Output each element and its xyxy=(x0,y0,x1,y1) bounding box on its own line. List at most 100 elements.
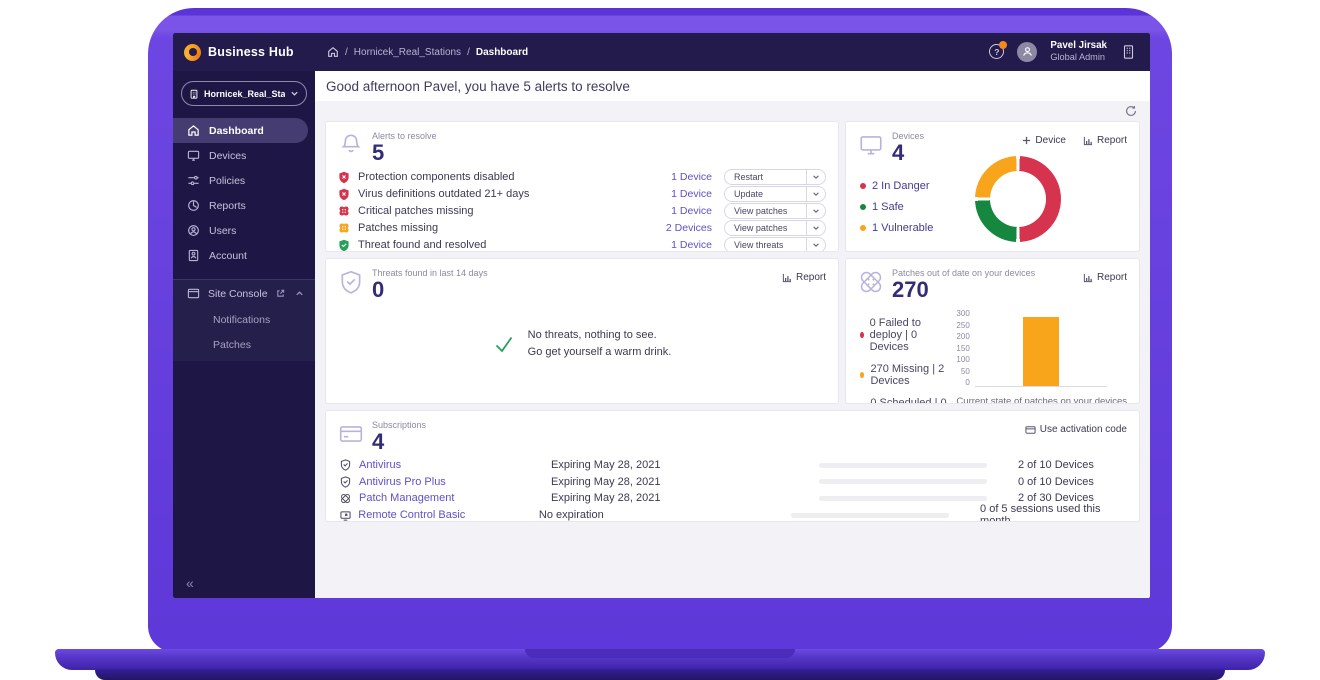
button-label: Device xyxy=(1035,135,1066,146)
legend-item[interactable]: 1 Vulnerable xyxy=(860,222,933,234)
help-icon[interactable]: ? xyxy=(989,44,1004,59)
chevron-down-icon[interactable] xyxy=(806,187,825,201)
sidebar-item-policies[interactable]: Policies xyxy=(173,168,315,193)
missing-patches-bar[interactable] xyxy=(1023,317,1059,386)
plot-area xyxy=(975,309,1107,387)
legend-item[interactable]: 0 Failed to deploy | 0 Devices xyxy=(860,317,956,353)
refresh-icon[interactable] xyxy=(1125,105,1137,117)
main-content: Good afternoon Pavel, you have 5 alerts … xyxy=(315,71,1150,598)
monitor-icon xyxy=(187,149,200,162)
subscription-name-link[interactable]: Antivirus xyxy=(359,459,551,471)
building-icon xyxy=(189,89,199,99)
use-activation-code-button[interactable]: Use activation code xyxy=(1025,424,1127,435)
company-icon[interactable] xyxy=(1120,44,1136,60)
chevron-down-icon[interactable] xyxy=(806,170,825,184)
legend-item[interactable]: 1 Safe xyxy=(860,201,933,213)
policies-icon xyxy=(187,174,200,187)
sidebar-item-label: Notifications xyxy=(213,314,270,326)
subscription-name-link[interactable]: Antivirus Pro Plus xyxy=(359,476,551,488)
chevron-down-icon[interactable] xyxy=(806,238,825,252)
alert-action-dropdown[interactable]: Restart xyxy=(724,169,826,185)
breadcrumb-separator: / xyxy=(467,47,470,58)
alert-device-link[interactable]: 2 Devices xyxy=(666,222,712,234)
legend-dot xyxy=(860,225,866,231)
legend-label: 270 Missing | 2 Devices xyxy=(870,363,956,387)
sidebar-item-users[interactable]: Users xyxy=(173,218,315,243)
bell-icon xyxy=(338,132,364,158)
legend-item[interactable]: 270 Missing | 2 Devices xyxy=(860,363,956,387)
patches-icon xyxy=(858,269,884,295)
legend-dot xyxy=(860,332,864,338)
sidebar-item-dashboard[interactable]: Dashboard xyxy=(173,118,308,143)
chevron-down-icon[interactable] xyxy=(806,221,825,235)
home-icon xyxy=(187,124,200,137)
app-body: Hornicek_Real_Statio... Dashboard Device… xyxy=(173,71,1150,598)
plus-icon xyxy=(1022,136,1031,145)
cards-area: Alerts to resolve 5 Protection component… xyxy=(315,121,1150,522)
alert-device-link[interactable]: 1 Device xyxy=(671,188,712,200)
breadcrumb-separator: / xyxy=(345,47,348,58)
topbar-actions: ? Pavel Jirsak Global Admin xyxy=(989,40,1150,64)
shield-error-icon xyxy=(338,171,350,184)
legend-label: 0 Scheduled | 0 Devices xyxy=(870,397,956,404)
patches-count: 270 xyxy=(892,279,1035,301)
usage-progress-bar xyxy=(819,479,987,484)
alert-row: Patches missing 2 Devices View patches xyxy=(338,220,826,237)
y-tick: 300 xyxy=(956,309,969,318)
subscription-name-link[interactable]: Patch Management xyxy=(359,492,551,504)
report-chart-icon xyxy=(1083,136,1093,146)
subscription-name-link[interactable]: Remote Control Basic xyxy=(358,509,539,521)
site-selector[interactable]: Hornicek_Real_Statio... xyxy=(181,81,307,106)
refresh-row xyxy=(315,101,1150,121)
devices-donut-chart[interactable] xyxy=(975,156,1061,242)
page: Business Hub / Hornicek_Real_Stations / … xyxy=(0,0,1320,680)
devices-card: Devices 4 Device xyxy=(845,121,1140,252)
sidebar-item-patches[interactable]: Patches xyxy=(173,332,315,357)
threats-report-button[interactable]: Report xyxy=(782,272,826,283)
card-label: Threats found in last 14 days xyxy=(372,268,488,278)
subscription-expiry: Expiring May 28, 2021 xyxy=(551,476,819,488)
sidebar-item-site-console[interactable]: Site Console xyxy=(173,280,315,307)
alert-action-dropdown[interactable]: View patches xyxy=(724,203,826,219)
alert-device-link[interactable]: 1 Device xyxy=(671,239,712,251)
sidebar-collapse-button[interactable]: « xyxy=(186,575,194,591)
legend-item[interactable]: 0 Scheduled | 0 Devices xyxy=(860,397,956,404)
sidebar-item-account[interactable]: Account xyxy=(173,243,315,268)
empty-state-line1: No threats, nothing to see. xyxy=(528,327,672,344)
alert-action-dropdown[interactable]: View threats xyxy=(724,237,826,252)
usage-progress-bar xyxy=(819,496,987,501)
alert-text: Virus definitions outdated 21+ days xyxy=(358,188,529,200)
alert-row: Protection components disabled 1 Device … xyxy=(338,169,826,186)
patch-icon xyxy=(340,493,352,504)
report-chart-icon xyxy=(782,273,792,283)
sidebar-item-devices[interactable]: Devices xyxy=(173,143,315,168)
alert-action-dropdown[interactable]: View patches xyxy=(724,220,826,236)
user-info[interactable]: Pavel Jirsak Global Admin xyxy=(1050,40,1107,64)
legend-label: 1 Safe xyxy=(872,201,904,213)
chevron-down-icon[interactable] xyxy=(806,204,825,218)
legend-item[interactable]: 2 In Danger xyxy=(860,180,933,192)
reports-icon xyxy=(187,199,200,212)
site-selector-label: Hornicek_Real_Statio... xyxy=(204,89,285,99)
breadcrumb-site[interactable]: Hornicek_Real_Stations xyxy=(354,47,461,58)
devices-report-button[interactable]: Report xyxy=(1083,135,1127,146)
patches-report-button[interactable]: Report xyxy=(1083,272,1127,283)
sidebar-item-reports[interactable]: Reports xyxy=(173,193,315,218)
sidebar-item-notifications[interactable]: Notifications xyxy=(173,307,315,332)
sidebar-item-label: Account xyxy=(209,250,247,262)
alert-device-link[interactable]: 1 Device xyxy=(671,205,712,217)
add-device-button[interactable]: Device xyxy=(1022,135,1066,146)
home-icon[interactable] xyxy=(327,46,339,58)
alert-text: Patches missing xyxy=(358,222,438,234)
button-label: Use activation code xyxy=(1040,424,1127,435)
avatar[interactable] xyxy=(1017,42,1037,62)
threats-count: 0 xyxy=(372,279,488,301)
alert-action-dropdown[interactable]: Update xyxy=(724,186,826,202)
subscriptions-card: Subscriptions 4 Use activation code xyxy=(325,410,1140,522)
alert-device-link[interactable]: 1 Device xyxy=(671,171,712,183)
chevron-up-icon[interactable] xyxy=(295,289,304,298)
alerts-count: 5 xyxy=(372,142,437,164)
laptop-shadow xyxy=(95,669,1225,680)
subscription-row: Remote Control Basic No expiration 0 of … xyxy=(340,507,1125,522)
dropdown-label: View threats xyxy=(725,240,806,250)
